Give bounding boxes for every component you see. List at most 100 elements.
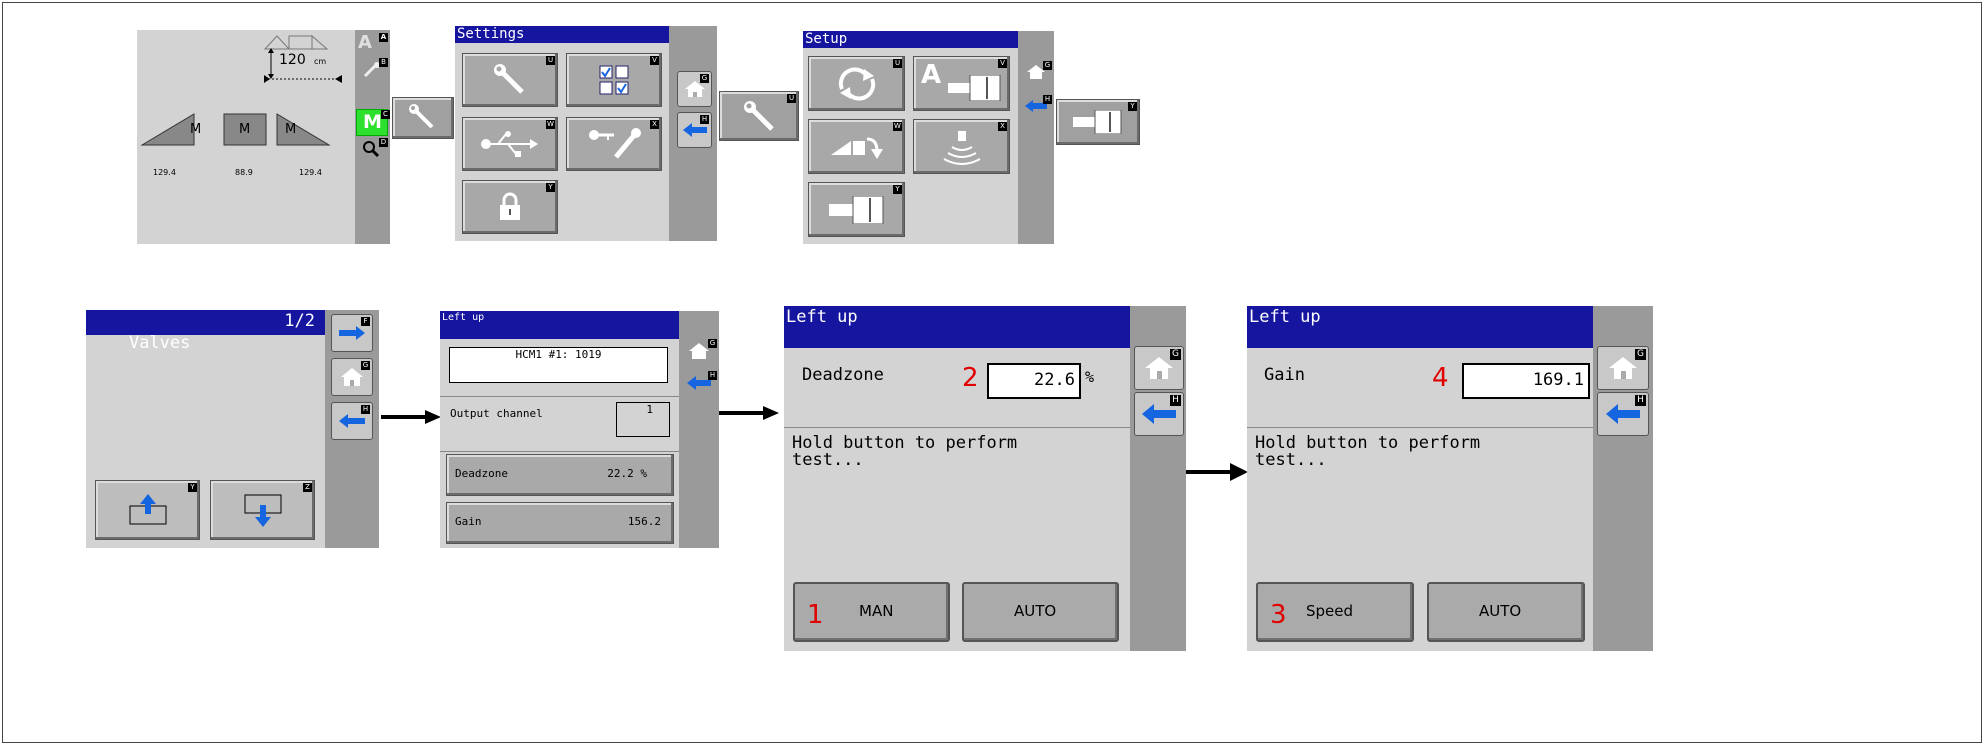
auto-mode-key[interactable]: A A bbox=[358, 33, 388, 53]
home-button[interactable]: G bbox=[1022, 59, 1052, 85]
hold-message: Hold button to perform test... bbox=[792, 433, 1018, 470]
back-button[interactable]: H bbox=[677, 112, 712, 148]
auto-button[interactable]: AUTO bbox=[1427, 582, 1585, 642]
height-unit: cm bbox=[314, 57, 327, 66]
checkbox-icon bbox=[599, 65, 629, 95]
message-pane bbox=[1247, 427, 1593, 428]
wrench-icon bbox=[494, 64, 524, 94]
left-up-list-title: Left up bbox=[440, 311, 679, 339]
deadzone-side-rail: G H bbox=[1130, 306, 1186, 651]
output-channel-field[interactable]: 1 bbox=[616, 402, 670, 437]
setup-title: Setup bbox=[803, 31, 1018, 48]
back-button[interactable]: H bbox=[1134, 392, 1184, 436]
deadzone-row[interactable]: Deadzone 22.2 % bbox=[446, 454, 674, 496]
key-letter: G bbox=[708, 339, 717, 348]
setup-wrench-key[interactable]: U bbox=[719, 91, 799, 141]
valves-title: Valves bbox=[128, 333, 191, 353]
lock-icon bbox=[500, 192, 520, 220]
auto-config-key[interactable]: A V bbox=[913, 56, 1010, 111]
home-button[interactable]: G bbox=[677, 71, 712, 107]
lock-key[interactable]: Y bbox=[462, 180, 558, 234]
valve-down-key[interactable]: Z bbox=[210, 480, 315, 540]
section-label-right: M bbox=[285, 122, 297, 137]
ultrasonic-key[interactable]: X bbox=[913, 119, 1010, 174]
deadzone-label: Deadzone bbox=[802, 365, 884, 385]
key-letter: G bbox=[361, 361, 370, 370]
settings-wrench-key[interactable] bbox=[392, 97, 454, 139]
gain-row[interactable]: Gain 156.2 bbox=[446, 502, 674, 544]
valve-up-key[interactable]: Y bbox=[95, 480, 200, 540]
valves-side-rail: F G H bbox=[325, 310, 379, 548]
deadzone-row-label: Deadzone bbox=[455, 467, 508, 480]
gain-row-value: 156.2 bbox=[627, 515, 661, 528]
callout-marker-3: 3 bbox=[1270, 600, 1287, 630]
valve-up-icon bbox=[129, 494, 166, 525]
valves-screen: Valves 1/2 Y Z bbox=[86, 310, 325, 548]
speed-button[interactable]: 3 Speed bbox=[1256, 582, 1414, 642]
setup-side-rail: G H bbox=[1018, 31, 1054, 244]
key-letter: X bbox=[650, 120, 659, 129]
key-letter: H bbox=[1043, 95, 1052, 104]
manual-mode-key[interactable]: M C bbox=[356, 109, 390, 136]
service-key[interactable]: U bbox=[462, 53, 558, 107]
home-screen: 120 cm M M M 129.4 88.9 129.4 bbox=[137, 30, 355, 244]
callout-marker-1: 1 bbox=[807, 600, 824, 630]
message-pane bbox=[784, 427, 1130, 428]
tools-key[interactable]: X bbox=[566, 117, 662, 171]
back-button[interactable]: H bbox=[331, 402, 373, 440]
back-button[interactable]: H bbox=[683, 369, 717, 397]
gain-screen-title: Left up bbox=[1247, 306, 1593, 348]
back-button[interactable]: H bbox=[1597, 392, 1649, 436]
search-key[interactable]: D bbox=[358, 138, 388, 160]
boom-arrow-icon bbox=[830, 137, 883, 159]
key-letter: W bbox=[546, 120, 555, 129]
calibration-key[interactable]: U bbox=[808, 56, 905, 111]
key-letter: Y bbox=[546, 183, 555, 192]
wrench-icon bbox=[409, 104, 434, 129]
ultrasonic-icon bbox=[943, 130, 980, 165]
settings-screen: Settings U V W X Y bbox=[455, 26, 669, 241]
key-letter: G bbox=[1635, 349, 1646, 360]
deadzone-screen-title: Left up bbox=[784, 306, 1130, 348]
boom-config-key[interactable]: W bbox=[808, 119, 905, 174]
back-button[interactable]: H bbox=[1022, 93, 1052, 119]
section-label-center: M bbox=[239, 122, 251, 137]
gain-value-field[interactable]: 169.1 bbox=[1462, 363, 1590, 399]
valves-page-indicator: 1/2 bbox=[284, 311, 315, 331]
key-letter: G bbox=[700, 74, 709, 83]
setup-screen: Setup U A V W X Y bbox=[803, 31, 1018, 244]
key-letter: F bbox=[361, 317, 370, 326]
deadzone-screen: Left up Deadzone 2 22.6 % Hold button to… bbox=[784, 306, 1130, 651]
usb-key[interactable]: W bbox=[462, 117, 558, 171]
key-wrench-icon bbox=[589, 128, 641, 159]
man-button[interactable]: 1 MAN bbox=[793, 582, 950, 642]
key-letter: H bbox=[1635, 395, 1646, 406]
gain-value: 169.1 bbox=[1532, 370, 1584, 390]
home-button[interactable]: G bbox=[1134, 346, 1184, 390]
home-icon bbox=[341, 368, 363, 386]
home-button[interactable]: G bbox=[1597, 346, 1649, 390]
home-button[interactable]: G bbox=[331, 358, 373, 396]
flow-arrow-icon bbox=[1186, 463, 1248, 481]
auto-button[interactable]: AUTO bbox=[962, 582, 1119, 642]
key-letter: G bbox=[1043, 61, 1052, 70]
checklist-key[interactable]: V bbox=[566, 53, 662, 107]
flow-arrow-icon bbox=[381, 410, 441, 424]
gain-side-rail: G H bbox=[1593, 306, 1653, 651]
wrench-small-key[interactable]: B bbox=[358, 58, 388, 80]
key-letter: Y bbox=[188, 483, 197, 492]
key-letter: A bbox=[379, 33, 388, 42]
key-letter: H bbox=[708, 371, 717, 380]
home-icon bbox=[1609, 357, 1637, 379]
key-letter: G bbox=[1170, 349, 1181, 360]
next-page-button[interactable]: F bbox=[331, 314, 373, 352]
usb-icon bbox=[481, 131, 538, 157]
key-letter: U bbox=[893, 59, 902, 68]
deadzone-value-field[interactable]: 22.6 bbox=[987, 363, 1081, 399]
key-letter: V bbox=[998, 59, 1007, 68]
sensor-setup-key[interactable]: Y bbox=[1056, 99, 1140, 145]
sensor-key[interactable]: Y bbox=[808, 182, 905, 237]
key-letter: Z bbox=[303, 483, 312, 492]
home-button[interactable]: G bbox=[683, 337, 717, 365]
output-channel-label: Output channel bbox=[450, 407, 543, 420]
